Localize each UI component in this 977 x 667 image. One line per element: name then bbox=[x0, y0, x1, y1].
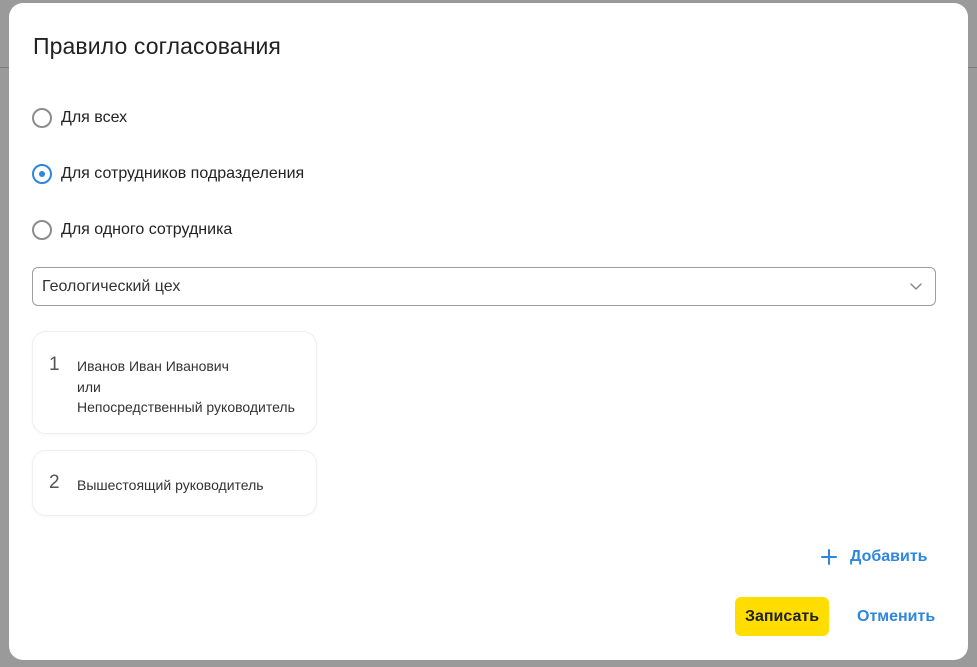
approval-step-card[interactable]: 2 Вышестоящий руководитель bbox=[32, 450, 317, 516]
step-line: Вышестоящий руководитель bbox=[77, 477, 264, 493]
plus-icon bbox=[821, 549, 837, 565]
save-button[interactable]: Записать bbox=[735, 597, 829, 636]
department-select[interactable]: Геологический цех bbox=[32, 267, 936, 306]
step-approvers: Вышестоящий руководитель bbox=[77, 475, 264, 496]
radio-button[interactable] bbox=[32, 108, 52, 128]
add-step-label: Добавить bbox=[850, 548, 928, 565]
chevron-down-icon[interactable] bbox=[909, 279, 923, 293]
radio-option-department[interactable]: Для сотрудников подразделения bbox=[32, 164, 304, 184]
radio-label: Для всех bbox=[61, 109, 128, 126]
radio-option-single-employee[interactable]: Для одного сотрудника bbox=[32, 220, 232, 240]
background-divider bbox=[968, 67, 977, 68]
background-divider bbox=[0, 67, 9, 68]
step-line: Иванов Иван Иванович bbox=[77, 358, 229, 374]
step-number: 2 bbox=[49, 472, 60, 493]
department-select-value: Геологический цех bbox=[42, 277, 181, 295]
add-step-button[interactable]: Добавить bbox=[821, 548, 928, 566]
approval-step-card[interactable]: 1 Иванов Иван Иванович или Непосредствен… bbox=[32, 331, 317, 434]
approval-rule-dialog: Правило согласования Для всех Для сотруд… bbox=[9, 3, 968, 660]
dialog-title: Правило согласования bbox=[33, 33, 281, 59]
step-number: 1 bbox=[49, 354, 60, 375]
radio-option-all[interactable]: Для всех bbox=[32, 108, 127, 128]
radio-button-selected[interactable] bbox=[32, 164, 52, 184]
step-approvers: Иванов Иван Иванович или Непосредственны… bbox=[77, 356, 295, 418]
step-line: Непосредственный руководитель bbox=[77, 399, 295, 415]
radio-label: Для одного сотрудника bbox=[61, 221, 233, 238]
radio-label: Для сотрудников подразделения bbox=[61, 165, 305, 182]
cancel-button[interactable]: Отменить bbox=[849, 597, 943, 636]
radio-button[interactable] bbox=[32, 220, 52, 240]
step-line: или bbox=[77, 378, 101, 395]
